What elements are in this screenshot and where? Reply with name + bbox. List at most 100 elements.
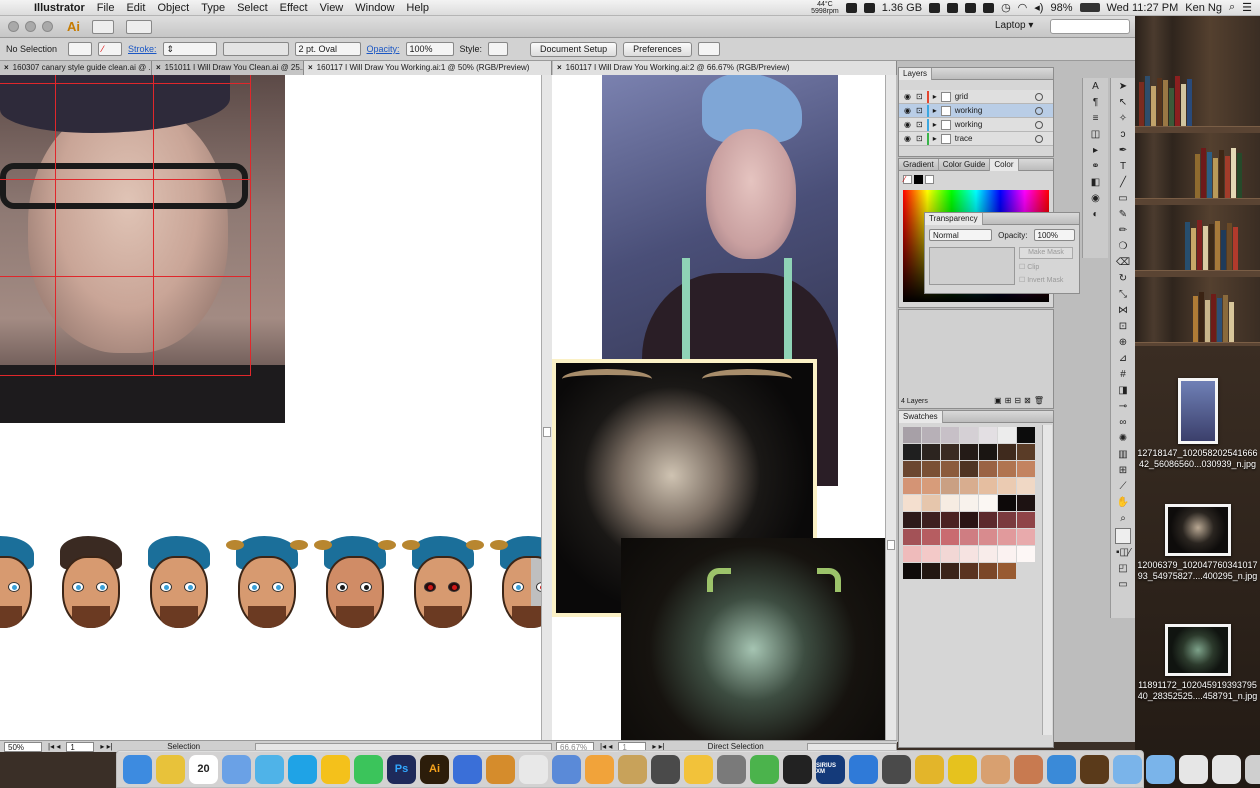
color-swatch[interactable] bbox=[941, 529, 959, 545]
paintbrush-tool-icon[interactable]: ✎ bbox=[1116, 208, 1130, 222]
perspective-tool-icon[interactable]: ⊿ bbox=[1116, 352, 1130, 366]
avatar-sticker[interactable] bbox=[400, 536, 488, 646]
keynote-icon[interactable] bbox=[453, 754, 482, 784]
type-tool-icon[interactable]: T bbox=[1116, 160, 1130, 174]
mesh-tool-icon[interactable]: # bbox=[1116, 368, 1130, 382]
color-swatch[interactable] bbox=[1017, 512, 1035, 528]
color-mode-icon[interactable]: ▪◫⁄ bbox=[1116, 546, 1131, 560]
globe-icon[interactable] bbox=[849, 754, 878, 784]
pathfinder-icon[interactable]: ◫ bbox=[1089, 128, 1103, 142]
eyedropper-tool-icon[interactable]: ⊸ bbox=[1116, 400, 1130, 414]
color-swatch[interactable] bbox=[998, 529, 1016, 545]
black-swatch[interactable] bbox=[914, 175, 923, 184]
color-swatch[interactable] bbox=[998, 512, 1016, 528]
opacity-input[interactable]: 100% bbox=[405, 42, 454, 56]
color-swatch[interactable] bbox=[922, 478, 940, 494]
close-window-button[interactable] bbox=[8, 21, 19, 32]
visibility-icon[interactable]: ◉ bbox=[903, 134, 912, 143]
siriusxm-icon[interactable]: SIRIUS XM bbox=[816, 754, 845, 784]
vertical-scrollbar[interactable] bbox=[541, 75, 552, 740]
color-swatch[interactable] bbox=[903, 427, 921, 443]
color-swatch[interactable] bbox=[960, 478, 978, 494]
color-swatch[interactable] bbox=[979, 546, 997, 562]
rotate-tool-icon[interactable]: ↻ bbox=[1116, 272, 1130, 286]
color-swatch[interactable] bbox=[960, 529, 978, 545]
fill-stroke-swatch[interactable]: ⁄ bbox=[903, 175, 1049, 184]
preview-icon[interactable] bbox=[222, 754, 251, 784]
preview2-icon[interactable] bbox=[1179, 754, 1208, 784]
layer-name[interactable]: trace bbox=[955, 134, 973, 143]
color-swatch[interactable] bbox=[922, 563, 940, 579]
document-tab-active[interactable]: × 160117 I Will Draw You Working.ai:1 @ 5… bbox=[304, 61, 552, 75]
vertical-scrollbar[interactable] bbox=[885, 75, 896, 740]
tab-color[interactable]: Color bbox=[990, 158, 1019, 171]
visibility-icon[interactable]: ◉ bbox=[903, 92, 912, 101]
memory-text[interactable]: 1.36 GB bbox=[882, 2, 922, 14]
artboard-right[interactable] bbox=[552, 75, 885, 740]
color-swatch[interactable] bbox=[903, 529, 921, 545]
color-swatch[interactable] bbox=[979, 444, 997, 460]
facetime-icon[interactable] bbox=[354, 754, 383, 784]
transparency-opacity-input[interactable]: 100% bbox=[1033, 229, 1075, 241]
memory-icon[interactable] bbox=[863, 2, 875, 13]
stroke-label[interactable]: Stroke: bbox=[128, 44, 157, 54]
preferences-button[interactable]: Preferences bbox=[623, 41, 692, 57]
expand-arrow-icon[interactable]: ▸ bbox=[933, 92, 937, 101]
menu-object[interactable]: Object bbox=[151, 2, 195, 14]
menu-view[interactable]: View bbox=[314, 2, 350, 14]
user-name[interactable]: Ken Ng bbox=[1185, 2, 1222, 14]
menu-app-name[interactable]: Illustrator bbox=[28, 2, 91, 14]
expand-arrow-icon[interactable]: ▸ bbox=[933, 120, 937, 129]
lock-icon[interactable]: ⊡ bbox=[916, 134, 923, 143]
game-icon[interactable] bbox=[915, 754, 944, 784]
color-swatch[interactable] bbox=[998, 563, 1016, 579]
volume-icon[interactable]: ◂) bbox=[1034, 1, 1043, 14]
draw-mode-icon[interactable]: ◰ bbox=[1116, 562, 1130, 576]
rectangle-tool-icon[interactable]: ▭ bbox=[1116, 192, 1130, 206]
display-icon[interactable] bbox=[1212, 754, 1241, 784]
avatar-sticker[interactable] bbox=[136, 536, 224, 646]
document-setup-button[interactable]: Document Setup bbox=[530, 41, 618, 57]
color-swatch[interactable] bbox=[922, 546, 940, 562]
helmet-icon[interactable] bbox=[948, 754, 977, 784]
color-swatch[interactable] bbox=[960, 546, 978, 562]
color-swatch[interactable] bbox=[922, 529, 940, 545]
clip-checkbox[interactable]: ☐ Clip bbox=[1019, 263, 1039, 271]
arrange-icon[interactable] bbox=[697, 42, 720, 56]
hand-tool-icon[interactable]: ✋ bbox=[1116, 496, 1130, 510]
pencil-tool-icon[interactable]: ✏ bbox=[1116, 224, 1130, 238]
desktop-file[interactable]: 12006379_102047760341017 93_54975827....… bbox=[1135, 504, 1260, 582]
make-mask-button[interactable]: Make Mask bbox=[1019, 247, 1073, 259]
color-swatch[interactable] bbox=[979, 427, 997, 443]
links-icon[interactable]: ⚭ bbox=[1089, 160, 1103, 174]
color-swatch[interactable] bbox=[922, 461, 940, 477]
cloud-icon[interactable] bbox=[845, 2, 857, 13]
brush-select[interactable]: 2 pt. Oval bbox=[294, 42, 361, 56]
color-swatch[interactable] bbox=[941, 461, 959, 477]
color-swatch[interactable] bbox=[979, 461, 997, 477]
white-swatch[interactable] bbox=[925, 175, 934, 184]
fill-stroke-icon[interactable] bbox=[1115, 528, 1131, 544]
close-tab-icon[interactable]: × bbox=[308, 63, 313, 75]
free-transform-tool-icon[interactable]: ⊡ bbox=[1116, 320, 1130, 334]
photo-icon[interactable] bbox=[552, 754, 581, 784]
expand-arrow-icon[interactable]: ▸ bbox=[933, 134, 937, 143]
opacity-label[interactable]: Opacity: bbox=[367, 44, 400, 54]
color-swatch[interactable] bbox=[903, 563, 921, 579]
invert-mask-checkbox[interactable]: ☐ Invert Mask bbox=[1019, 276, 1063, 284]
menu-edit[interactable]: Edit bbox=[120, 2, 151, 14]
gradient-panel-icon[interactable]: ◧ bbox=[1089, 176, 1103, 190]
desktop-file[interactable]: 11891172_102045919393795 40_28352525....… bbox=[1135, 624, 1260, 702]
lock-icon[interactable]: ⊡ bbox=[916, 92, 923, 101]
finder-icon[interactable] bbox=[123, 754, 152, 784]
appearance-icon[interactable]: ▸ bbox=[1089, 144, 1103, 158]
color-swatch[interactable] bbox=[941, 563, 959, 579]
battery-text[interactable]: 98% bbox=[1050, 2, 1072, 14]
stroke-color-picker[interactable]: ⁄ bbox=[98, 42, 122, 56]
skype-status-icon[interactable] bbox=[947, 2, 959, 13]
bridge-button[interactable] bbox=[92, 19, 114, 34]
color-swatch[interactable] bbox=[1017, 529, 1035, 545]
notification-center-icon[interactable]: ☰ bbox=[1242, 1, 1252, 14]
blend-mode-select[interactable]: Normal bbox=[929, 229, 993, 241]
first-artboard-icon[interactable]: |◂ ◂ bbox=[48, 742, 60, 751]
